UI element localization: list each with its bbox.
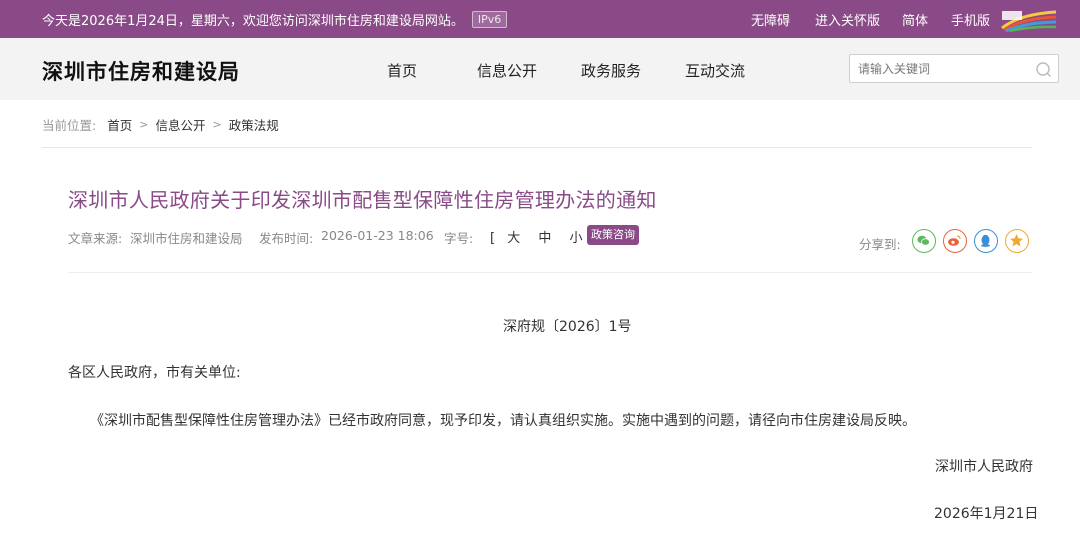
font-size-label: 字号: xyxy=(444,231,474,246)
mobile-version-link[interactable]: 手机版 xyxy=(951,10,990,29)
signature-date: 2026年1月21日 xyxy=(934,506,1039,522)
weibo-icon xyxy=(948,235,961,246)
qq-icon xyxy=(981,234,990,247)
breadcrumb-separator: > xyxy=(212,118,222,131)
welcome-text: 今天是2026年1月24日，星期六，欢迎您访问深圳市住房和建设局网站。 xyxy=(42,14,464,29)
share-favorite-button[interactable] xyxy=(1005,229,1029,253)
signature: 深圳市人民政府 xyxy=(935,459,1033,475)
share-wechat-button[interactable] xyxy=(912,229,936,253)
gov-logo-icon[interactable] xyxy=(1000,8,1058,32)
welcome-message: 今天是2026年1月24日，星期六，欢迎您访问深圳市住房和建设局网站。 IPv6 xyxy=(42,10,508,29)
breadcrumb-divider xyxy=(42,147,1032,148)
publish-time: 2026-01-23 18:06 xyxy=(321,228,434,243)
search-input[interactable] xyxy=(858,60,1028,78)
breadcrumb-label: 当前位置: xyxy=(42,118,97,133)
article-source: 深圳市住房和建设局 xyxy=(130,231,243,246)
category-tag[interactable]: 政策咨询 xyxy=(587,225,639,245)
site-header: 深圳市住房和建设局 首页 信息公开 政务服务 互动交流 xyxy=(0,38,1080,100)
top-bar: 今天是2026年1月24日，星期六，欢迎您访问深圳市住房和建设局网站。 IPv6… xyxy=(0,0,1080,38)
font-size-medium[interactable]: 中 xyxy=(538,231,551,246)
article-paragraph: 《深圳市配售型保障性住房管理办法》已经市政府同意，现予印发，请认真组织实施。实施… xyxy=(90,413,916,429)
font-size-small[interactable]: 小 xyxy=(570,231,583,246)
ipv6-badge: IPv6 xyxy=(471,11,508,28)
breadcrumb-policy-regulations[interactable]: 政策法规 xyxy=(229,115,279,134)
nav-interaction[interactable]: 互动交流 xyxy=(685,60,745,81)
breadcrumb: 当前位置: 首页 > 信息公开 > 政策法规 xyxy=(42,115,279,134)
breadcrumb-info-disclosure[interactable]: 信息公开 xyxy=(155,115,205,134)
share-qq-button[interactable] xyxy=(974,229,998,253)
favorite-icon xyxy=(1010,234,1023,247)
search-box xyxy=(849,54,1059,83)
nav-government-services[interactable]: 政务服务 xyxy=(581,60,641,81)
breadcrumb-home[interactable]: 首页 xyxy=(107,115,132,134)
search-icon[interactable] xyxy=(1035,61,1052,78)
nav-info-disclosure[interactable]: 信息公开 xyxy=(477,60,537,81)
salutation: 各区人民政府，市有关单位: xyxy=(68,365,241,381)
font-size-large[interactable]: 大 xyxy=(507,231,520,246)
document-number: 深府规〔2026〕1号 xyxy=(503,319,632,335)
simplified-chinese-link[interactable]: 简体 xyxy=(902,10,928,29)
elderly-care-version-link[interactable]: 进入关怀版 xyxy=(815,10,880,29)
article-header-divider xyxy=(68,272,1032,273)
source-label: 文章来源: xyxy=(68,231,123,246)
nav-home[interactable]: 首页 xyxy=(387,60,417,81)
publish-time-label: 发布时间: xyxy=(259,231,314,246)
wechat-icon xyxy=(917,235,930,246)
share-weibo-button[interactable] xyxy=(943,229,967,253)
breadcrumb-separator: > xyxy=(139,118,149,131)
site-title[interactable]: 深圳市住房和建设局 xyxy=(42,56,240,86)
share-label: 分享到: xyxy=(859,237,901,252)
article-title: 深圳市人民政府关于印发深圳市配售型保障性住房管理办法的通知 xyxy=(68,188,657,212)
font-size-bracket-open: [ xyxy=(490,231,496,246)
accessibility-link[interactable]: 无障碍 xyxy=(751,10,790,29)
